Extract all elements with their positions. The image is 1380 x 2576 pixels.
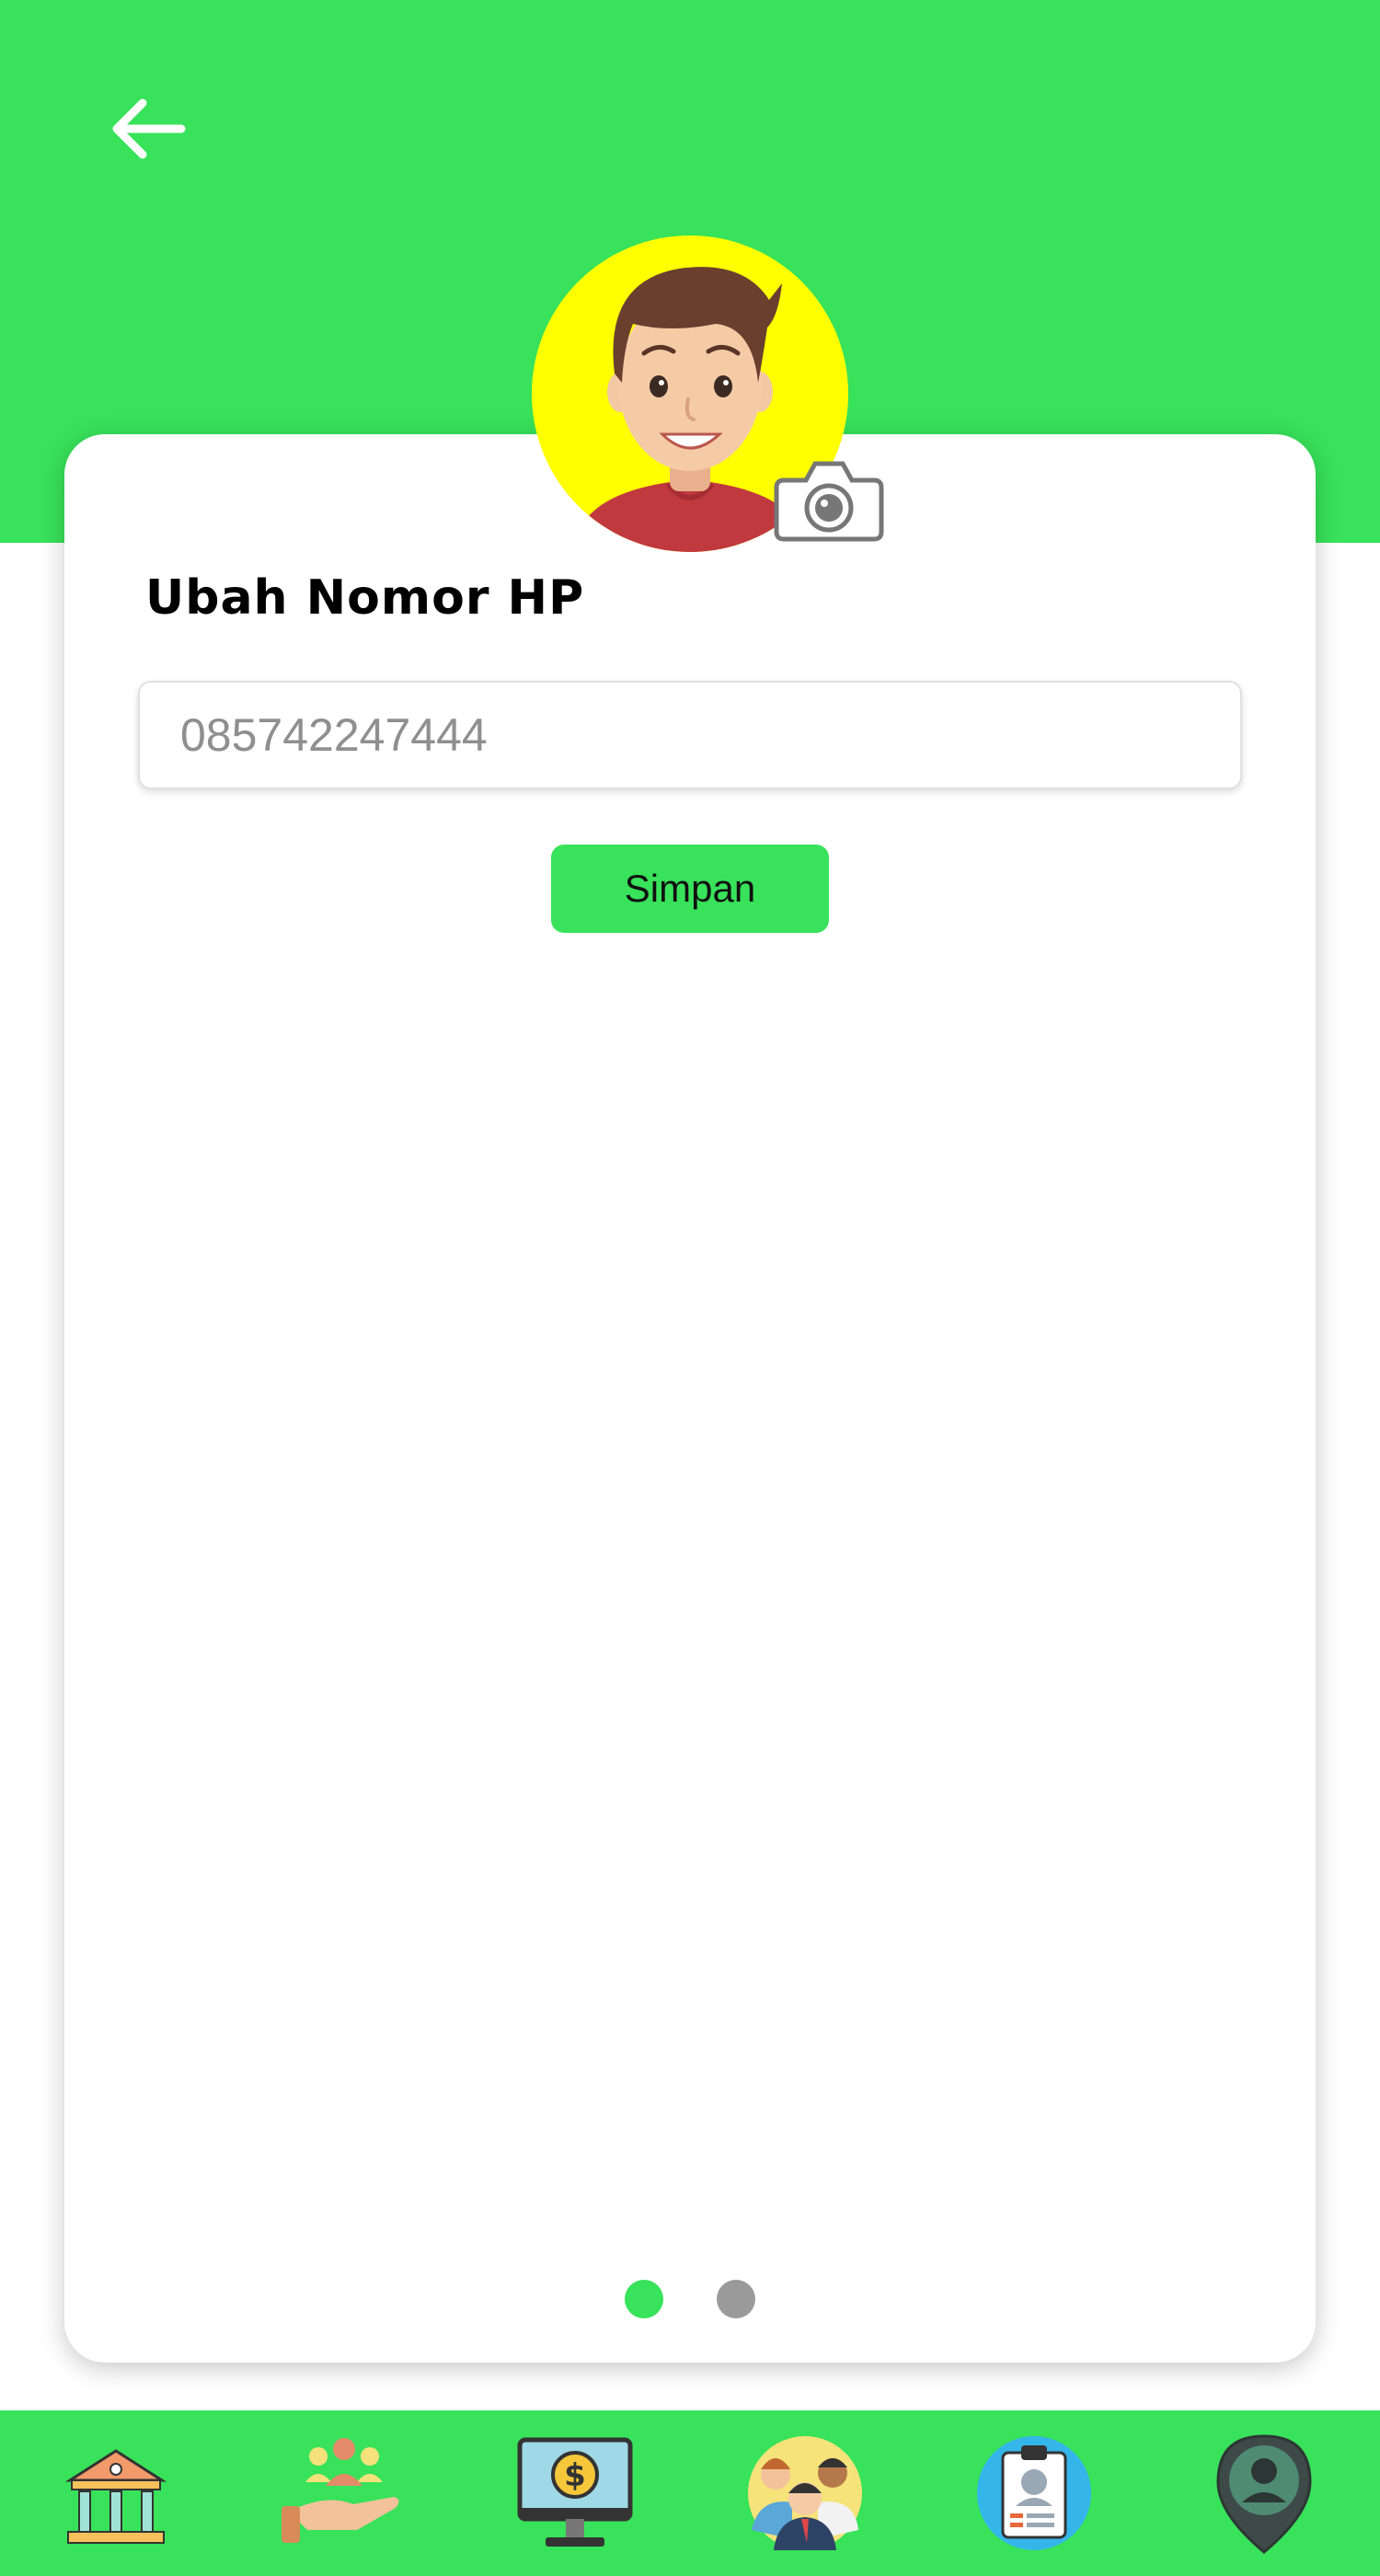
nav-item-payment[interactable]: $ (511, 2429, 639, 2558)
team-people-icon (748, 2436, 862, 2550)
camera-icon (774, 461, 884, 542)
community-hand-icon (282, 2438, 399, 2543)
page-indicator-inactive[interactable] (717, 2280, 755, 2318)
back-button[interactable] (92, 83, 202, 175)
page-title: Ubah Nomor HP (145, 570, 585, 626)
location-person-pin-icon (1216, 2434, 1312, 2554)
bottom-navigation: $ (0, 2410, 1380, 2576)
nav-item-bank[interactable] (52, 2429, 180, 2558)
nav-item-team[interactable] (741, 2429, 869, 2558)
bank-building-icon (64, 2449, 167, 2544)
id-card-clipboard-icon (977, 2436, 1091, 2550)
save-button[interactable]: Simpan (551, 845, 829, 933)
svg-text:$: $ (564, 2457, 586, 2494)
computer-dollar-icon: $ (517, 2437, 633, 2547)
nav-item-location[interactable] (1200, 2429, 1328, 2558)
arrow-left-icon (112, 98, 186, 159)
phone-number-input[interactable] (138, 681, 1242, 789)
change-photo-button[interactable] (773, 456, 885, 545)
nav-item-profile[interactable] (970, 2429, 1098, 2558)
nav-item-community[interactable] (280, 2429, 408, 2558)
page-indicator-active[interactable] (625, 2280, 663, 2318)
